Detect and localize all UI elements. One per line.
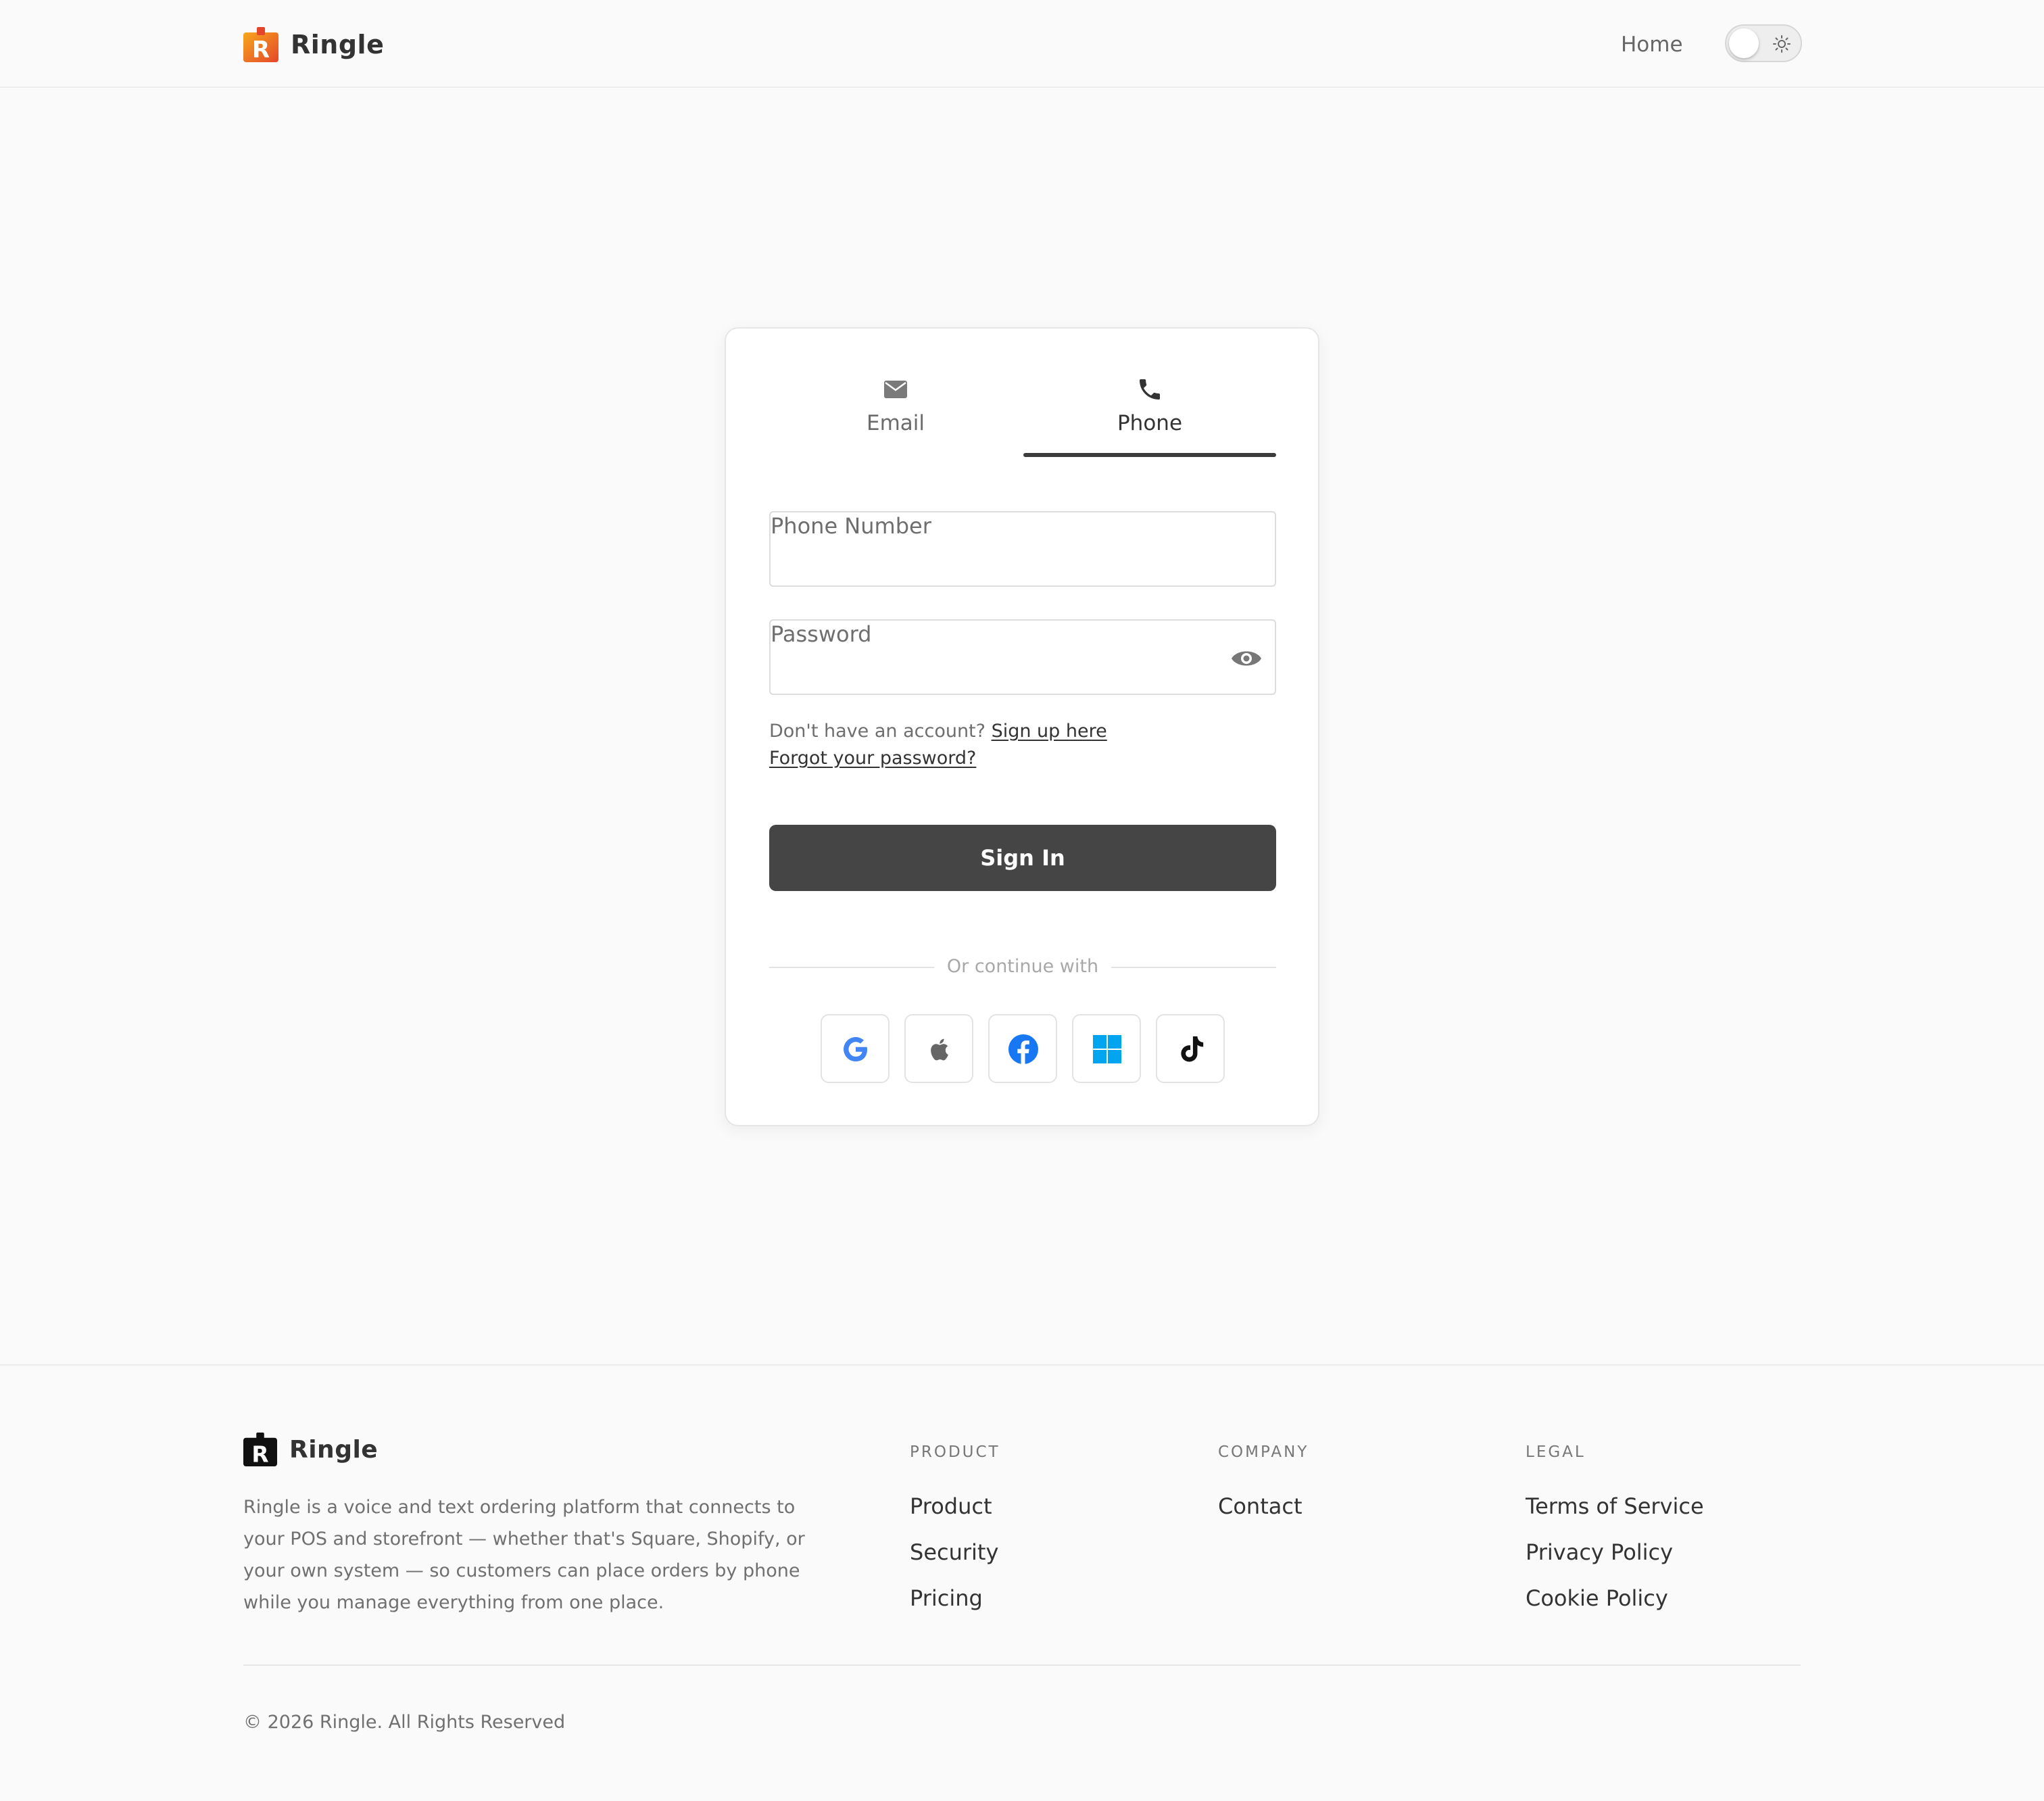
ringle-mono-logo-icon: R [243,1433,277,1466]
password-input[interactable] [771,652,1190,690]
tab-email-label: Email [866,411,925,435]
footer-column-product: PRODUCT Product Security Pricing [910,1441,1000,1612]
sun-icon [1773,35,1791,53]
site-header: R Ringle Home [0,0,2044,88]
sign-in-button[interactable]: Sign In [769,825,1276,891]
tab-email[interactable]: Email [769,376,1022,446]
footer-link-privacy[interactable]: Privacy Policy [1526,1539,1704,1566]
footer-divider [243,1664,1801,1666]
windows-icon [1093,1035,1121,1063]
google-icon [844,1037,867,1061]
divider-right [1111,967,1276,968]
divider-left [769,967,934,968]
footer-heading-company: COMPANY [1218,1443,1309,1461]
password-field[interactable]: Password [769,619,1276,695]
facebook-icon [1008,1034,1038,1064]
footer-link-contact[interactable]: Contact [1218,1493,1309,1520]
footer-link-product[interactable]: Product [910,1493,1000,1520]
phone-icon [1140,379,1160,400]
svg-text:R: R [252,37,270,62]
tiktok-sign-in-button[interactable] [1156,1014,1225,1083]
footer-column-company: COMPANY Contact [1218,1441,1309,1520]
ringle-logo-icon: R [243,27,278,62]
copyright-text: © 2026 Ringle. All Rights Reserved [243,1712,566,1733]
footer-heading-product: PRODUCT [910,1443,1000,1461]
brand-name: Ringle [291,30,385,59]
toggle-knob [1729,28,1759,58]
password-label: Password [771,621,872,647]
footer-link-security[interactable]: Security [910,1539,1000,1566]
sign-up-link[interactable]: Sign up here [992,721,1107,742]
signup-prompt: Don't have an account? Sign up here [769,719,1107,744]
footer-link-cookie[interactable]: Cookie Policy [1526,1585,1704,1612]
microsoft-sign-in-button[interactable] [1072,1014,1141,1083]
envelope-icon [884,381,907,398]
apple-icon [931,1038,948,1061]
brand-logo-link[interactable]: R Ringle [243,27,384,62]
show-password-eye-icon[interactable] [1230,645,1263,672]
tab-phone-label: Phone [1117,411,1183,435]
phone-number-field[interactable]: Phone Number [769,511,1276,587]
footer-brand[interactable]: R Ringle [243,1433,378,1466]
forgot-password-link[interactable]: Forgot your password? [769,746,976,771]
theme-toggle[interactable] [1725,24,1802,62]
active-tab-indicator [1023,453,1276,457]
footer-heading-legal: LEGAL [1526,1443,1586,1461]
facebook-sign-in-button[interactable] [988,1014,1057,1083]
footer-link-pricing[interactable]: Pricing [910,1585,1000,1612]
no-account-text: Don't have an account? [769,721,986,742]
login-card: Email Phone Phone Number Password Don't … [725,327,1319,1126]
google-sign-in-button[interactable] [821,1014,890,1083]
footer-column-legal: LEGAL Terms of Service Privacy Policy Co… [1526,1441,1704,1612]
footer-brand-name: Ringle [289,1435,379,1464]
phone-number-label: Phone Number [771,513,931,539]
apple-sign-in-button[interactable] [904,1014,973,1083]
svg-text:R: R [251,1441,268,1466]
nav-home-link[interactable]: Home [1621,30,1683,59]
footer-description: Ringle is a voice and text ordering plat… [243,1497,805,1613]
tiktok-icon [1181,1036,1204,1062]
continue-with-text: Or continue with [946,956,1099,977]
tab-phone[interactable]: Phone [1023,376,1276,446]
phone-number-input[interactable] [771,544,1190,581]
footer-link-terms[interactable]: Terms of Service [1526,1493,1704,1520]
